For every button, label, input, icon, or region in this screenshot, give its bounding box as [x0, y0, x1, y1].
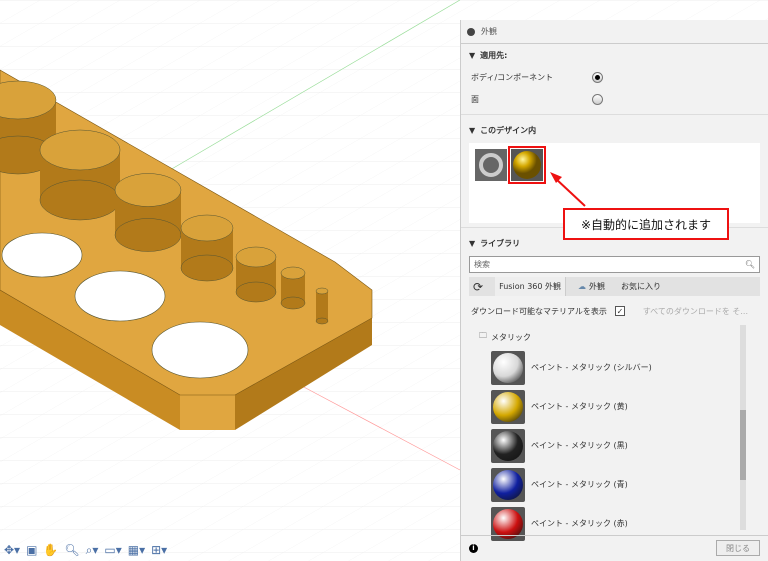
pan-icon[interactable]: ✋	[43, 543, 58, 558]
camera-icon[interactable]: ▣	[26, 543, 37, 558]
zoom-icon[interactable]: 🔍︎	[64, 543, 79, 558]
viewports-icon[interactable]: ⊞▾	[151, 543, 167, 558]
orbit-icon[interactable]: ✥▾	[4, 543, 20, 558]
display-icon[interactable]: ▭▾	[104, 543, 121, 558]
callout-arrow	[550, 172, 586, 207]
viewport-toolbar: ✥▾ ▣ ✋ 🔍︎ ⌕▾ ▭▾ ▦▾ ⊞▾	[4, 543, 167, 558]
grid-icon[interactable]: ▦▾	[128, 543, 145, 558]
fit-icon[interactable]: ⌕▾	[86, 543, 99, 558]
